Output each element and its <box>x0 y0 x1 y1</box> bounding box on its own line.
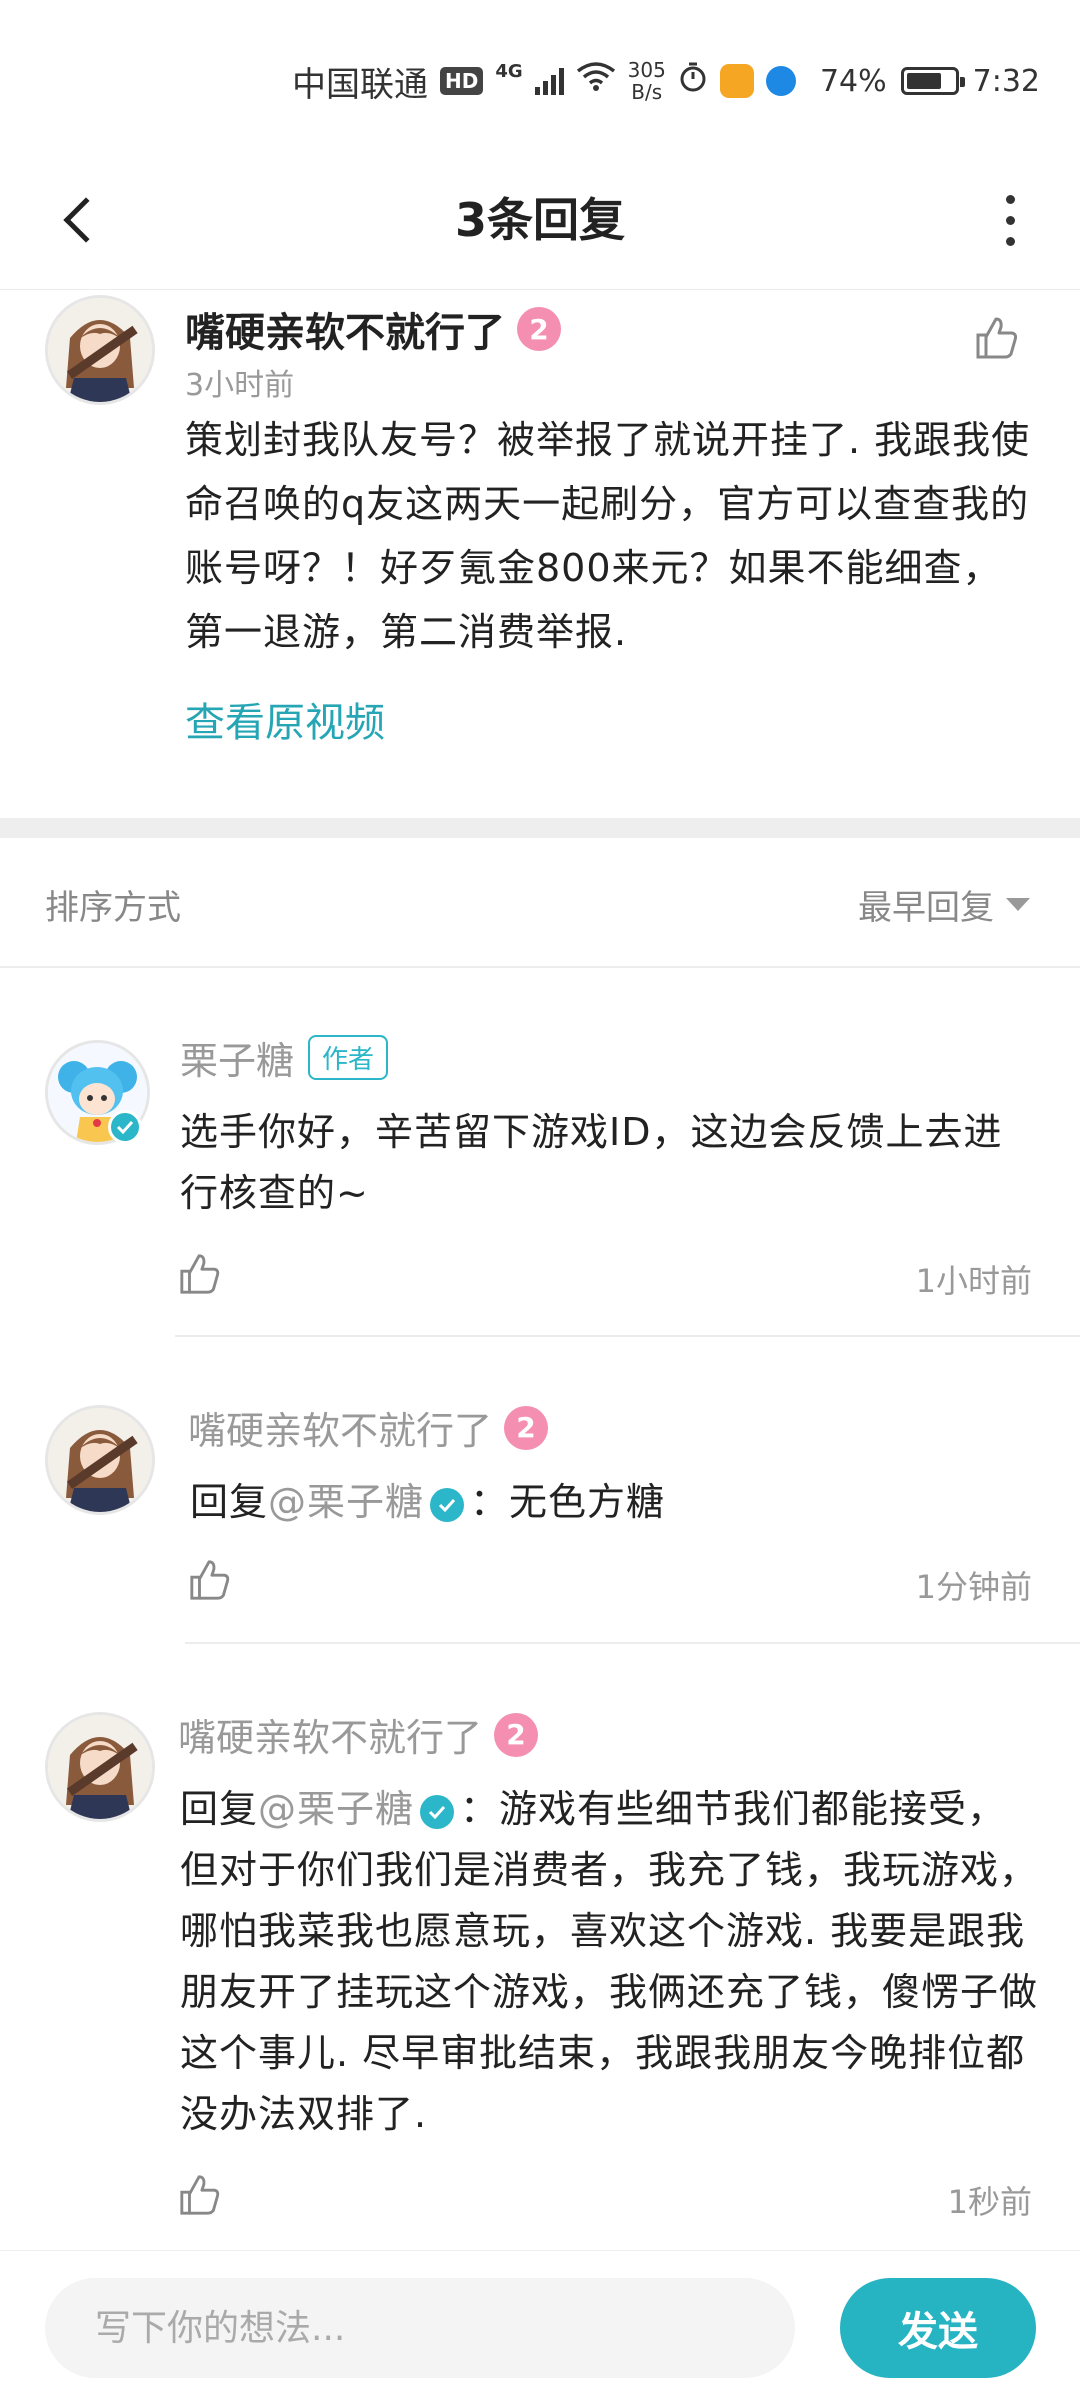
sort-selected: 最早回复 <box>858 888 994 928</box>
reply-prefix: 回复 <box>180 1787 259 1831</box>
comment-input-bar: 发送 <box>0 2250 1080 2400</box>
author-name: 嘴硬亲软不就行了 <box>178 1716 483 1760</box>
thumbs-up-icon <box>976 317 1018 359</box>
author-tag: 作者 <box>308 1035 389 1080</box>
header: 3条回复 <box>0 150 1080 290</box>
caret-down-icon <box>1006 898 1030 911</box>
thumbs-up-icon <box>190 1560 230 1600</box>
sort-label: 排序方式 <box>45 888 181 928</box>
network-speed: 305 B/s <box>628 59 666 103</box>
reply-content: 回复@栗子糖 ：游戏有些细节我们都能接受，但对于你们我们是消费者，我充了钱，我玩游… <box>180 1779 1040 2145</box>
like-button[interactable] <box>188 1558 232 1606</box>
reply-prefix: 回复 <box>190 1480 269 1524</box>
status-bar-left: 中国联通 HD 4G 305 B/s <box>292 56 796 106</box>
browser-notification-icon <box>765 66 796 96</box>
more-options-button[interactable] <box>970 180 1050 260</box>
author-name: 嘴硬亲软不就行了 <box>185 310 505 356</box>
avatar[interactable] <box>45 295 155 405</box>
comment-content: 策划封我队友号？被举报了就说开挂了. 我跟我使命召唤的q友这两天一起刷分，官方可… <box>185 418 1031 654</box>
battery-icon <box>900 67 965 95</box>
reply-text: ：游戏有些细节我们都能接受，但对于你们我们是消费者，我充了钱，我玩游戏，哪怕我菜… <box>180 1787 1039 2136</box>
more-icon-dot <box>1005 215 1015 225</box>
reply-text: ：无色方糖 <box>470 1480 666 1524</box>
clock: 7:32 <box>972 63 1040 99</box>
author-name: 栗子糖 <box>180 1039 295 1083</box>
reply-author[interactable]: 嘴硬亲软不就行了 2 <box>178 1707 539 1762</box>
thumbs-up-icon <box>180 2175 220 2215</box>
comment-author[interactable]: 嘴硬亲软不就行了 2 <box>185 300 561 358</box>
section-divider <box>0 818 1080 838</box>
status-bar-right: 74% 7:32 <box>820 56 1040 106</box>
sort-bar: 排序方式 最早回复 <box>0 838 1080 968</box>
thumbs-up-icon <box>180 1254 220 1294</box>
page-title: 3条回复 <box>454 193 625 247</box>
author-name: 嘴硬亲软不就行了 <box>188 1409 493 1453</box>
main-comment: 嘴硬亲软不就行了 2 3小时前 策划封我队友号？被举报了就说开挂了. 我跟我使命… <box>0 290 1080 820</box>
level-badge: 2 <box>504 1405 549 1450</box>
reply-time: 1小时前 <box>915 1262 1032 1300</box>
mention-link[interactable]: @栗子糖 <box>258 1787 414 1831</box>
more-icon-dot <box>1005 236 1015 246</box>
reply-item: 栗子糖 作者 选手你好，辛苦留下游戏ID，这边会反馈上去进行核查的~ 1小时前 <box>0 1030 1080 1340</box>
battery-percent: 74% <box>819 63 887 99</box>
carrier-name: 中国联通 <box>292 64 428 105</box>
hd-icon: HD <box>440 67 484 95</box>
reply-item: 嘴硬亲软不就行了 2 回复@栗子糖 ：无色方糖 1分钟前 <box>0 1400 1080 1645</box>
like-button[interactable] <box>974 315 1020 365</box>
status-bar: 中国联通 HD 4G 305 B/s 74% 7:32 <box>0 0 1080 150</box>
signal-icon <box>534 67 564 95</box>
view-original-video-link[interactable]: 查看原视频 <box>185 690 385 748</box>
back-button[interactable] <box>40 180 120 260</box>
verified-icon <box>108 1110 142 1144</box>
reply-item: 嘴硬亲软不就行了 2 回复@栗子糖 ：游戏有些细节我们都能接受，但对于你们我们是消… <box>0 1707 1080 2227</box>
more-icon <box>1005 194 1015 204</box>
mention-link[interactable]: @栗子糖 <box>268 1480 424 1524</box>
back-icon <box>63 197 109 243</box>
reply-author[interactable]: 栗子糖 作者 <box>180 1030 389 1085</box>
sort-dropdown[interactable]: 最早回复 <box>858 880 1030 929</box>
speed-value: 305 <box>627 58 666 82</box>
wifi-icon <box>576 61 616 102</box>
app-notification-icon <box>719 64 754 98</box>
comment-time: 3小时前 <box>185 368 295 403</box>
network-type: 4G <box>495 60 523 82</box>
avatar[interactable] <box>45 1712 155 1822</box>
level-badge: 2 <box>494 1712 539 1757</box>
send-button[interactable]: 发送 <box>840 2278 1036 2378</box>
divider <box>185 1642 1080 1644</box>
divider <box>175 1335 1080 1337</box>
level-badge: 2 <box>517 307 561 351</box>
avatar[interactable] <box>45 1405 155 1515</box>
timer-icon <box>678 61 708 102</box>
speed-unit: B/s <box>631 80 663 104</box>
reply-time: 1秒前 <box>947 2183 1032 2221</box>
reply-content: 回复@栗子糖 ：无色方糖 <box>190 1472 1050 1533</box>
reply-author[interactable]: 嘴硬亲软不就行了 2 <box>188 1400 549 1455</box>
like-button[interactable] <box>178 1252 222 1300</box>
verified-icon <box>420 1794 455 1829</box>
comment-input[interactable] <box>45 2278 795 2378</box>
reply-time: 1分钟前 <box>915 1568 1032 1606</box>
verified-icon <box>430 1487 465 1522</box>
like-button[interactable] <box>178 2173 222 2221</box>
reply-content: 选手你好，辛苦留下游戏ID，这边会反馈上去进行核查的~ <box>180 1110 1003 1215</box>
